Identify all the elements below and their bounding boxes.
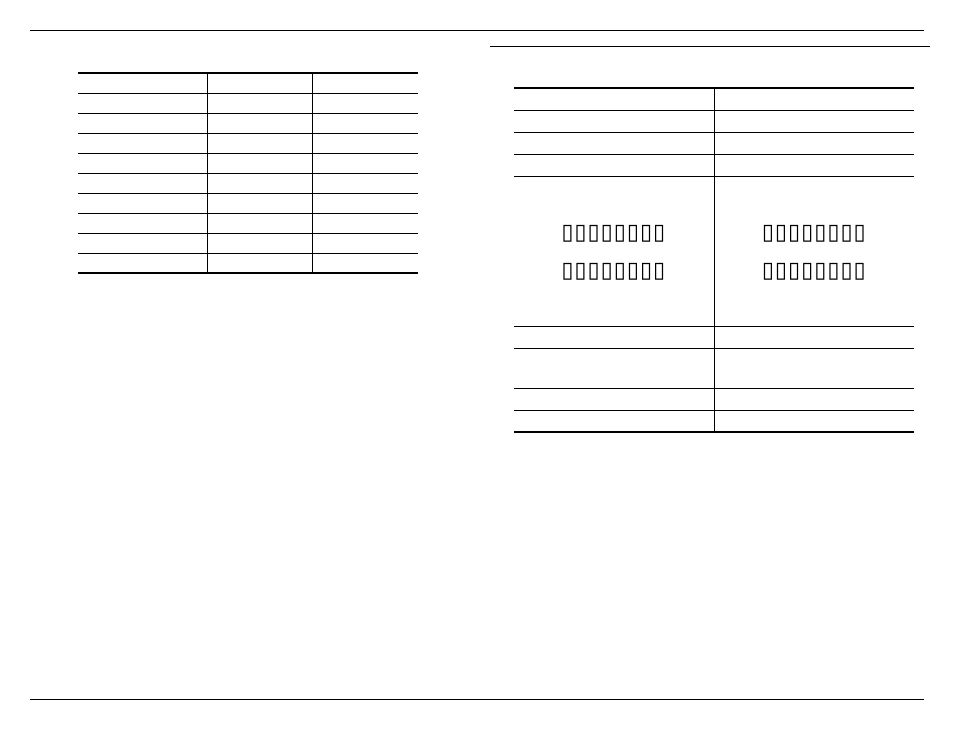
table-row bbox=[78, 213, 418, 233]
table-row-glyphs: ▯▯▯▯▯▯▯▯ ▯▯▯▯▯▯▯▯ ▯▯▯▯▯▯▯▯ ▯▯▯▯▯▯▯▯ bbox=[514, 176, 914, 326]
table-header-metric bbox=[78, 73, 207, 93]
table-row bbox=[78, 173, 418, 193]
table-header-b bbox=[313, 73, 418, 93]
section-rule bbox=[490, 46, 930, 47]
table-row bbox=[78, 133, 418, 153]
table-row bbox=[78, 253, 418, 273]
table-row bbox=[514, 110, 914, 132]
table-7 bbox=[78, 72, 418, 274]
glyph-placeholder-icon: ▯▯▯▯▯▯▯▯ ▯▯▯▯▯▯▯▯ bbox=[561, 205, 666, 297]
page-top-rule bbox=[30, 30, 924, 31]
table-header-a bbox=[207, 73, 312, 93]
table-row bbox=[78, 233, 418, 253]
table-row bbox=[514, 388, 914, 410]
table-7-wrap bbox=[78, 72, 418, 274]
table-row bbox=[514, 154, 914, 176]
table-row bbox=[514, 326, 914, 348]
table-row bbox=[78, 93, 418, 113]
table-row bbox=[78, 153, 418, 173]
table-8: ▯▯▯▯▯▯▯▯ ▯▯▯▯▯▯▯▯ ▯▯▯▯▯▯▯▯ ▯▯▯▯▯▯▯▯ bbox=[514, 87, 914, 433]
right-column: ▯▯▯▯▯▯▯▯ ▯▯▯▯▯▯▯▯ ▯▯▯▯▯▯▯▯ ▯▯▯▯▯▯▯▯ bbox=[490, 40, 930, 439]
page-bottom-rule bbox=[30, 699, 924, 700]
table-row bbox=[514, 88, 914, 110]
table-8-wrap: ▯▯▯▯▯▯▯▯ ▯▯▯▯▯▯▯▯ ▯▯▯▯▯▯▯▯ ▯▯▯▯▯▯▯▯ bbox=[514, 87, 914, 433]
table-row bbox=[514, 348, 914, 388]
left-column bbox=[30, 40, 470, 280]
table-header-a bbox=[514, 88, 714, 110]
glyph-placeholder-icon: ▯▯▯▯▯▯▯▯ ▯▯▯▯▯▯▯▯ bbox=[762, 205, 867, 297]
table-row bbox=[78, 73, 418, 93]
table-row bbox=[514, 132, 914, 154]
table-row bbox=[514, 410, 914, 432]
table-row bbox=[78, 113, 418, 133]
table-header-b bbox=[714, 88, 914, 110]
table-row bbox=[78, 193, 418, 213]
